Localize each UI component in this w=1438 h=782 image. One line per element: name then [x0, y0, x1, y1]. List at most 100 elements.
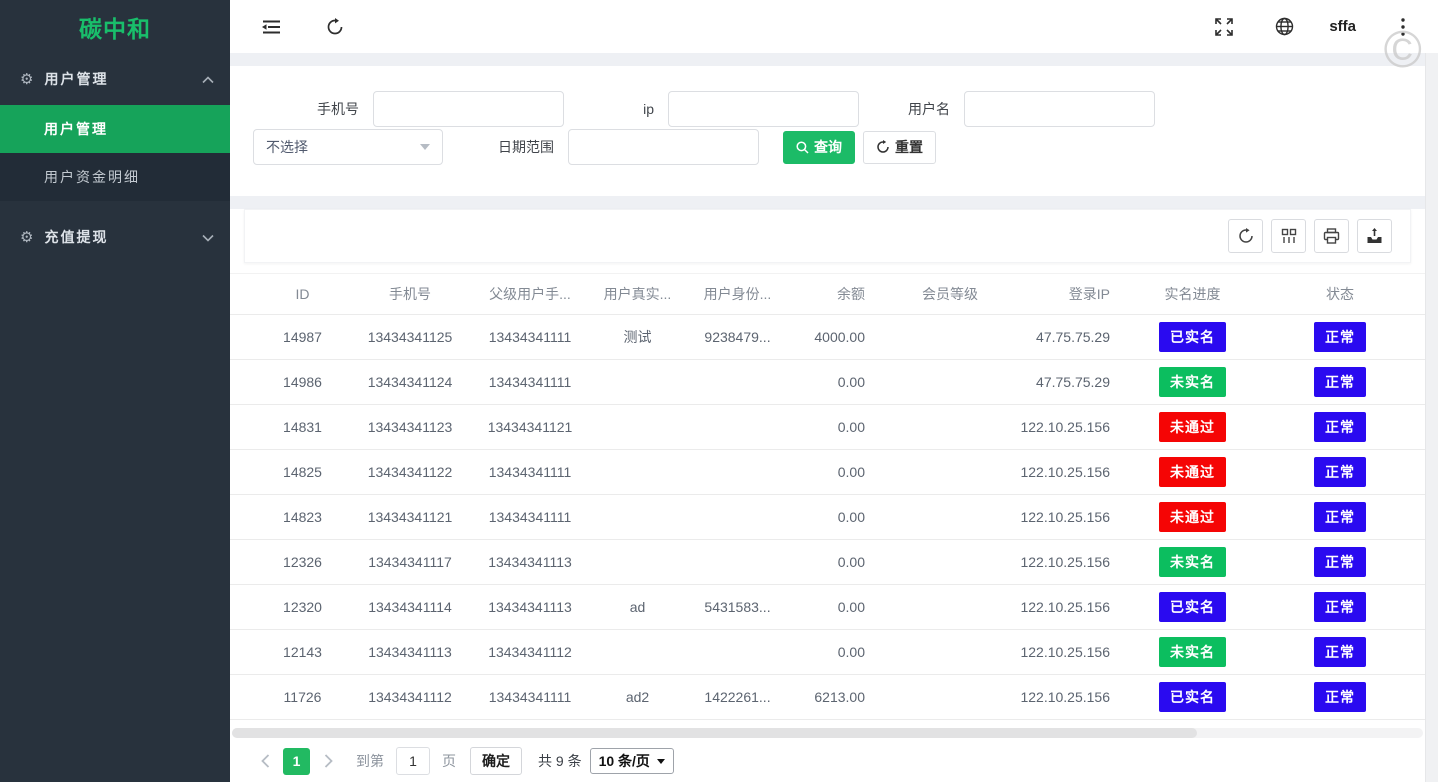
cell-id-number: 9238479...	[685, 329, 790, 345]
cell-login-ip: 122.10.25.156	[995, 419, 1125, 435]
cell-login-ip: 122.10.25.156	[995, 689, 1125, 705]
col-header-parent-phone[interactable]: 父级用户手...	[470, 284, 590, 304]
pagination: 1 到第 页 确定 共 9 条 10 条/页	[255, 746, 674, 776]
print-button[interactable]	[1314, 219, 1349, 253]
sidebar-group-user-management[interactable]: ⚙ 用户管理	[0, 53, 230, 105]
col-header-id[interactable]: ID	[255, 286, 350, 302]
goto-label: 到第	[356, 751, 384, 771]
col-header-member-level[interactable]: 会员等级	[905, 284, 995, 304]
cell-id: 14986	[255, 374, 350, 390]
sidebar-submenu: 用户管理 用户资金明细	[0, 105, 230, 201]
col-header-realname-progress[interactable]: 实名进度	[1125, 284, 1260, 304]
table-row: 12320 13434341114 13434341113 ad 5431583…	[230, 585, 1425, 630]
cell-phone: 13434341112	[350, 689, 470, 705]
realname-progress-badge: 未实名	[1159, 367, 1226, 397]
caret-down-icon	[420, 144, 430, 150]
cell-balance: 0.00	[790, 554, 905, 570]
cell-parent-phone: 13434341111	[470, 689, 590, 705]
sidebar-item-user-funds-detail[interactable]: 用户资金明细	[0, 153, 230, 201]
cell-login-ip: 122.10.25.156	[995, 464, 1125, 480]
cell-id: 14823	[255, 509, 350, 525]
page-size-select[interactable]: 10 条/页	[590, 748, 674, 774]
ip-label: ip	[564, 101, 668, 117]
cell-parent-phone: 13434341121	[470, 419, 590, 435]
chevron-up-icon	[202, 71, 214, 87]
cell-realname: 测试	[590, 327, 685, 347]
refresh-icon[interactable]	[318, 10, 352, 44]
gear-icon: ⚙	[20, 228, 33, 246]
cell-parent-phone: 13434341111	[470, 374, 590, 390]
date-range-input[interactable]	[568, 129, 759, 165]
cell-phone: 13434341114	[350, 599, 470, 615]
total-count-label: 共 9 条	[538, 751, 582, 771]
cell-balance: 0.00	[790, 644, 905, 660]
cell-balance: 6213.00	[790, 689, 905, 705]
cell-balance: 0.00	[790, 464, 905, 480]
admin-app: 碳中和 ⚙ 用户管理 用户管理 用户资金明细 ⚙ 充值提现	[0, 0, 1438, 782]
cell-parent-phone: 13434341111	[470, 464, 590, 480]
kebab-menu-icon[interactable]	[1386, 10, 1420, 44]
ip-input[interactable]	[668, 91, 859, 127]
horizontal-scrollbar-thumb[interactable]	[232, 728, 1197, 738]
reset-button[interactable]: 重置	[863, 131, 936, 164]
reset-icon	[876, 140, 890, 154]
phone-input[interactable]	[373, 91, 564, 127]
page-number-button[interactable]: 1	[283, 748, 310, 775]
users-table: ID 手机号 父级用户手... 用户真实... 用户身份... 余额 会员等级 …	[230, 273, 1425, 720]
status-select-value: 不选择	[266, 137, 308, 157]
confirm-button[interactable]: 确定	[470, 747, 522, 775]
menu-fold-icon[interactable]	[254, 10, 288, 44]
goto-page-input[interactable]	[396, 747, 430, 775]
username[interactable]: sffa	[1329, 18, 1356, 35]
col-header-id-number[interactable]: 用户身份...	[685, 284, 790, 304]
col-header-balance[interactable]: 余额	[790, 284, 905, 304]
realname-progress-badge: 未实名	[1159, 637, 1226, 667]
fullscreen-icon[interactable]	[1207, 10, 1241, 44]
cell-id: 12326	[255, 554, 350, 570]
status-badge: 正常	[1314, 502, 1366, 532]
status-badge: 正常	[1314, 682, 1366, 712]
realname-progress-badge: 未实名	[1159, 547, 1226, 577]
columns-icon	[1281, 228, 1297, 244]
columns-filter-button[interactable]	[1271, 219, 1306, 253]
cell-id: 11726	[255, 689, 350, 705]
status-badge: 正常	[1314, 412, 1366, 442]
cell-login-ip: 122.10.25.156	[995, 644, 1125, 660]
table-refresh-button[interactable]	[1228, 219, 1263, 253]
realname-progress-badge: 未通过	[1159, 457, 1226, 487]
vertical-scrollbar[interactable]	[1425, 53, 1438, 782]
cell-parent-phone: 13434341111	[470, 509, 590, 525]
page-size-value: 10 条/页	[599, 751, 650, 771]
table-row: 12143 13434341113 13434341112 0.00 122.1…	[230, 630, 1425, 675]
cell-realname: ad2	[590, 689, 685, 705]
col-header-realname[interactable]: 用户真实...	[590, 284, 685, 304]
col-header-status[interactable]: 状态	[1260, 284, 1420, 304]
cell-phone: 13434341125	[350, 329, 470, 345]
table-row: 11726 13434341112 13434341111 ad2 142226…	[230, 675, 1425, 720]
cell-login-ip: 47.75.75.29	[995, 374, 1125, 390]
horizontal-scrollbar[interactable]	[232, 728, 1423, 738]
prev-page-icon[interactable]	[255, 754, 275, 768]
col-header-phone[interactable]: 手机号	[350, 284, 470, 304]
cell-balance: 4000.00	[790, 329, 905, 345]
sidebar-group-label: 充值提现	[44, 227, 202, 247]
search-button[interactable]: 查询	[783, 131, 855, 164]
language-globe-icon[interactable]	[1267, 10, 1301, 44]
filter-panel: 手机号 ip 用户名 不选择 日期范围	[230, 66, 1425, 196]
search-icon	[796, 141, 809, 154]
username-input[interactable]	[964, 91, 1155, 127]
sidebar-item-user-management[interactable]: 用户管理	[0, 105, 230, 153]
next-page-icon[interactable]	[318, 754, 338, 768]
cell-phone: 13434341124	[350, 374, 470, 390]
cell-phone: 13434341117	[350, 554, 470, 570]
export-button[interactable]	[1357, 219, 1392, 253]
sidebar-group-recharge-withdraw[interactable]: ⚙ 充值提现	[0, 211, 230, 263]
cell-phone: 13434341123	[350, 419, 470, 435]
cell-parent-phone: 13434341113	[470, 599, 590, 615]
cell-phone: 13434341122	[350, 464, 470, 480]
col-header-login-ip[interactable]: 登录IP	[995, 284, 1125, 304]
cell-id-number: 1422261...	[685, 689, 790, 705]
reset-button-label: 重置	[895, 137, 923, 157]
cell-balance: 0.00	[790, 509, 905, 525]
status-select[interactable]: 不选择	[253, 129, 443, 165]
